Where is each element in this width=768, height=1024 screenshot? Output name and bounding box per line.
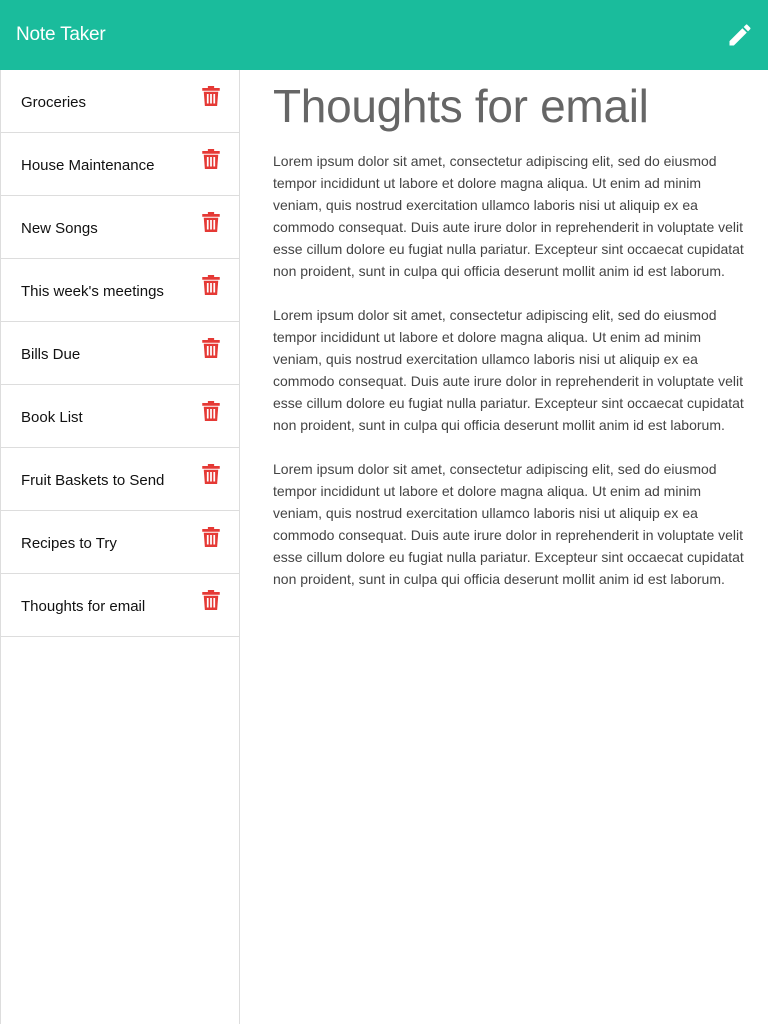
- trash-icon: [202, 338, 220, 358]
- delete-note-button[interactable]: [201, 464, 221, 488]
- trash-icon: [202, 590, 220, 610]
- note-body-paragraph[interactable]: Lorem ipsum dolor sit amet, consectetur …: [273, 150, 746, 282]
- trash-icon: [202, 212, 220, 232]
- note-item-title: This week's meetings: [21, 282, 164, 300]
- note-view: Thoughts for email Lorem ipsum dolor sit…: [240, 70, 768, 1024]
- trash-icon: [202, 149, 220, 169]
- pencil-icon: [729, 24, 751, 46]
- navbar: Note Taker: [0, 0, 768, 70]
- trash-icon: [202, 86, 220, 106]
- trash-icon: [202, 527, 220, 547]
- note-item-title: Book List: [21, 408, 83, 426]
- note-list: Groceries House Maintenance New Songs Th…: [1, 70, 239, 637]
- delete-note-button[interactable]: [201, 338, 221, 362]
- note-item-title: Groceries: [21, 93, 87, 111]
- note-item-title: Bills Due: [21, 345, 81, 363]
- note-list-item[interactable]: Fruit Baskets to Send: [1, 448, 239, 511]
- note-item-title: Recipes to Try: [21, 534, 117, 552]
- note-item-title: New Songs: [21, 219, 98, 237]
- note-list-item[interactable]: Thoughts for email: [1, 574, 239, 637]
- trash-icon: [202, 275, 220, 295]
- note-item-title: Fruit Baskets to Send: [21, 471, 165, 489]
- delete-note-button[interactable]: [201, 212, 221, 236]
- note-list-item[interactable]: Book List: [1, 385, 239, 448]
- trash-icon: [202, 401, 220, 421]
- note-list-item[interactable]: New Songs: [1, 196, 239, 259]
- trash-icon: [202, 464, 220, 484]
- sidebar: Groceries House Maintenance New Songs Th…: [0, 70, 240, 1024]
- delete-note-button[interactable]: [201, 86, 221, 110]
- delete-note-button[interactable]: [201, 401, 221, 425]
- note-list-item[interactable]: This week's meetings: [1, 259, 239, 322]
- note-item-title: Thoughts for email: [21, 597, 146, 615]
- note-body-paragraph[interactable]: Lorem ipsum dolor sit amet, consectetur …: [273, 458, 746, 590]
- note-list-item[interactable]: House Maintenance: [1, 133, 239, 196]
- note-list-item[interactable]: Recipes to Try: [1, 511, 239, 574]
- delete-note-button[interactable]: [201, 275, 221, 299]
- delete-note-button[interactable]: [201, 590, 221, 614]
- note-body-paragraph[interactable]: Lorem ipsum dolor sit amet, consectetur …: [273, 304, 746, 436]
- delete-note-button[interactable]: [201, 149, 221, 173]
- note-item-title: House Maintenance: [21, 156, 155, 174]
- delete-note-button[interactable]: [201, 527, 221, 551]
- new-note-button[interactable]: [722, 17, 758, 53]
- note-title[interactable]: Thoughts for email: [273, 78, 746, 134]
- note-list-item[interactable]: Groceries: [1, 70, 239, 133]
- note-list-item[interactable]: Bills Due: [1, 322, 239, 385]
- app-title[interactable]: Note Taker: [16, 24, 106, 46]
